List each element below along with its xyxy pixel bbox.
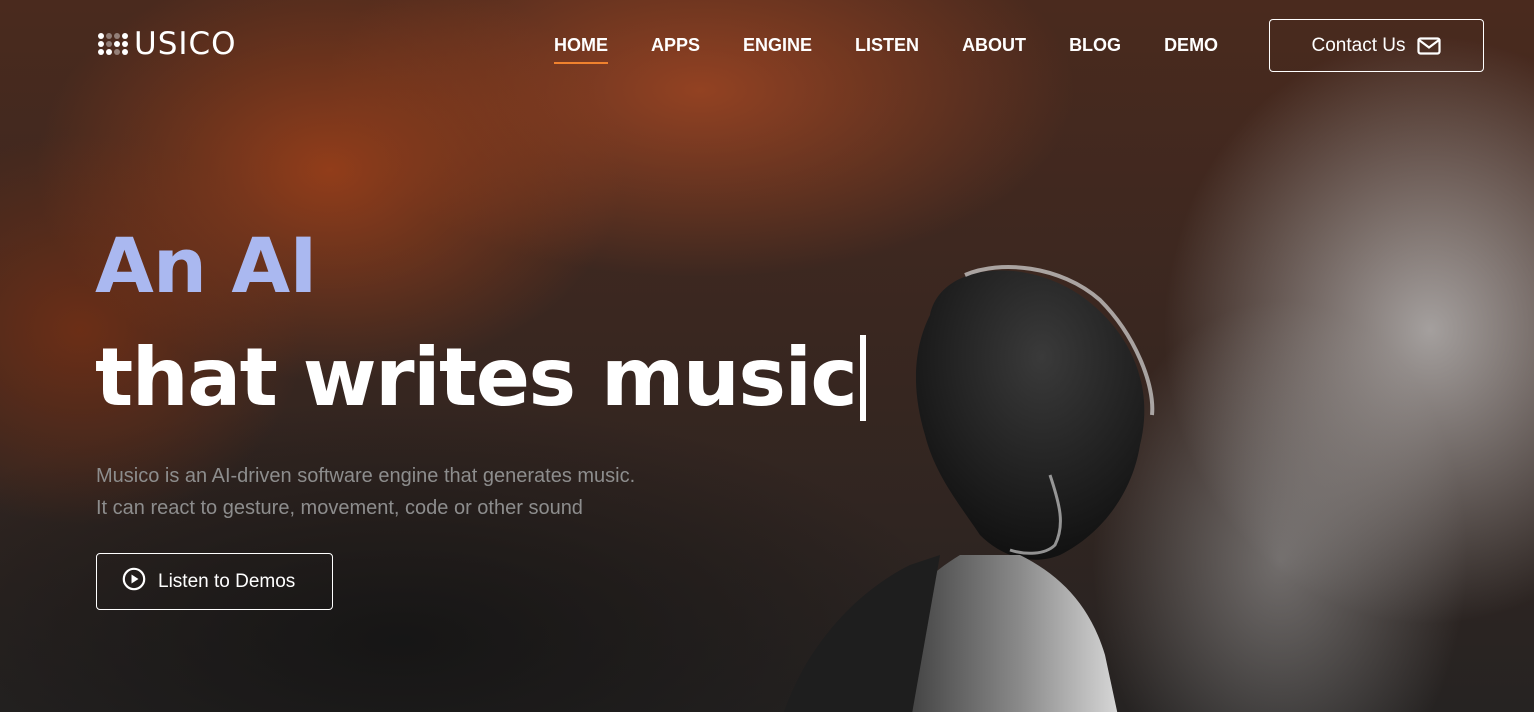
hero-description: Musico is an AI-driven software engine t… — [96, 460, 736, 524]
listen-to-demos-label: Listen to Demos — [158, 570, 296, 592]
contact-us-button[interactable]: Contact Us — [1269, 19, 1484, 72]
envelope-icon — [1417, 36, 1442, 55]
nav-item-blog[interactable]: BLOG — [1069, 33, 1121, 57]
play-circle-icon — [122, 567, 146, 597]
nav-item-engine[interactable]: ENGINE — [743, 33, 812, 57]
hero-description-line-1: Musico is an AI-driven software engine t… — [96, 465, 636, 487]
listen-to-demos-button[interactable]: Listen to Demos — [96, 553, 333, 610]
brand-name: USICO — [134, 26, 237, 62]
hero-title-text: that writes music — [95, 331, 858, 424]
nav-item-apps[interactable]: APPS — [651, 33, 700, 57]
hero-title-typed: that writes music — [95, 328, 867, 428]
hero-background-figure — [760, 255, 1180, 712]
nav-item-listen[interactable]: LISTEN — [855, 33, 919, 57]
nav-item-demo[interactable]: DEMO — [1164, 33, 1218, 57]
nav-item-about[interactable]: ABOUT — [962, 33, 1026, 57]
hero-description-line-2: It can react to gesture, movement, code … — [96, 497, 583, 519]
logo-dots-icon — [98, 33, 128, 55]
brand-logo[interactable]: USICO — [98, 27, 237, 61]
main-nav: HOME APPS ENGINE LISTEN ABOUT BLOG DEMO — [554, 33, 1218, 64]
contact-us-label: Contact Us — [1311, 34, 1406, 56]
hero-title-highlight: An AI — [95, 221, 317, 310]
hero-section: USICO HOME APPS ENGINE LISTEN ABOUT BLOG… — [0, 0, 1534, 712]
typing-cursor — [860, 335, 867, 421]
nav-item-home[interactable]: HOME — [554, 33, 608, 64]
